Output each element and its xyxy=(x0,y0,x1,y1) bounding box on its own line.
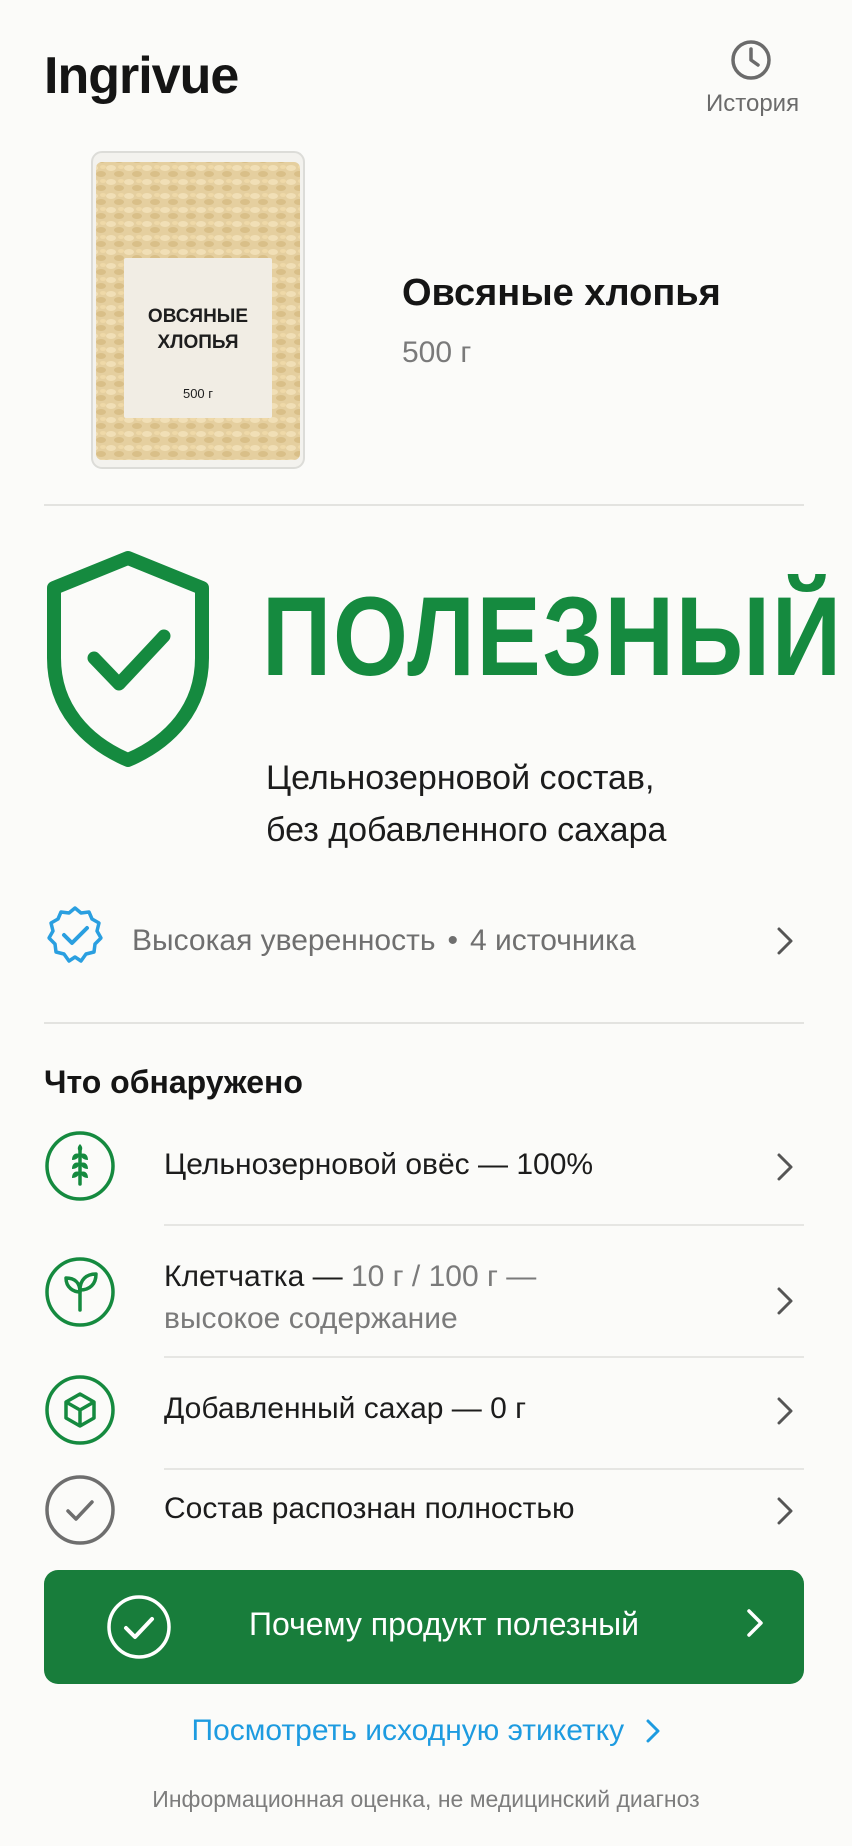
pack-label-line2: ХЛОПЬЯ xyxy=(157,332,238,353)
row-divider xyxy=(164,1356,804,1358)
product-weight: 500 г xyxy=(402,336,472,369)
confidence-row[interactable]: Высокая уверенность • 4 источника xyxy=(44,900,804,980)
history-button[interactable]: История xyxy=(706,38,800,118)
finding-note: высокое содержание xyxy=(164,1302,458,1335)
row-divider xyxy=(164,1224,804,1226)
shield-check-icon xyxy=(47,551,209,767)
finding-text: Цельнозерновой овёс — 100% xyxy=(164,1148,594,1181)
finding-row-recognized[interactable]: Состав распознан полностью xyxy=(44,1472,804,1550)
chevron-right-icon xyxy=(777,1497,793,1525)
finding-text: Клетчатка — 10 г / 100 г — высокое содер… xyxy=(164,1256,536,1340)
product-name: Овсяные хлопья xyxy=(402,272,721,314)
confidence-separator: • xyxy=(447,924,459,957)
chevron-right-icon xyxy=(777,927,793,955)
verified-badge-icon xyxy=(47,906,103,963)
chevron-right-icon xyxy=(646,1719,660,1743)
verdict-title: ПОЛЕЗНЫЙ xyxy=(262,574,843,699)
sprout-icon xyxy=(45,1257,115,1327)
row-divider xyxy=(164,1468,804,1470)
chevron-right-icon xyxy=(777,1153,793,1181)
disclaimer: Информационная оценка, не медицинский ди… xyxy=(152,1786,700,1812)
view-source-label-link[interactable]: Посмотреть исходную этикетку xyxy=(0,1714,852,1748)
finding-text: Состав распознан полностью xyxy=(164,1492,575,1525)
history-label: История xyxy=(706,90,800,117)
confidence-text: Высокая уверенность • 4 источника xyxy=(132,924,636,958)
findings-title: Что обнаружено xyxy=(44,1064,303,1100)
why-healthy-label: Почему продукт полезный xyxy=(248,1606,639,1642)
sugar-cube-icon xyxy=(45,1375,115,1445)
why-healthy-button[interactable]: Почему продукт полезный xyxy=(44,1570,804,1684)
wheat-icon xyxy=(45,1131,115,1201)
confidence-sources: 4 источника xyxy=(470,924,636,957)
finding-label: Клетчатка — xyxy=(164,1260,343,1293)
pack-weight: 500 г xyxy=(183,386,213,401)
chevron-right-icon xyxy=(777,1287,793,1315)
chevron-right-icon xyxy=(747,1609,763,1637)
clock-icon xyxy=(731,40,771,80)
verdict-description-line1: Цельнозерновой состав, xyxy=(266,759,655,797)
finding-row-whole-grain[interactable]: Цельнозерновой овёс — 100% xyxy=(44,1130,804,1226)
product-image: ОВСЯНЫЕ ХЛОПЬЯ 500 г xyxy=(91,151,305,469)
app-logo: Ingrivue xyxy=(44,47,239,105)
finding-row-fiber[interactable]: Клетчатка — 10 г / 100 г — высокое содер… xyxy=(44,1244,804,1358)
divider xyxy=(44,504,804,506)
check-circle-icon xyxy=(45,1475,115,1545)
finding-row-sugar[interactable]: Добавленный сахар — 0 г xyxy=(44,1374,804,1470)
view-source-label-text: Посмотреть исходную этикетку xyxy=(191,1714,625,1747)
pack-label-line1: ОВСЯНЫЕ xyxy=(148,306,248,327)
verdict-description-line2: без добавленного сахара xyxy=(266,811,667,849)
chevron-right-icon xyxy=(777,1397,793,1425)
finding-text: Добавленный сахар — 0 г xyxy=(164,1392,527,1425)
finding-value: 10 г / 100 г — xyxy=(350,1260,537,1293)
confidence-level: Высокая уверенность xyxy=(132,924,436,957)
verdict-description: Цельнозерновой состав, без добавленного … xyxy=(266,752,666,856)
divider xyxy=(44,1022,804,1024)
